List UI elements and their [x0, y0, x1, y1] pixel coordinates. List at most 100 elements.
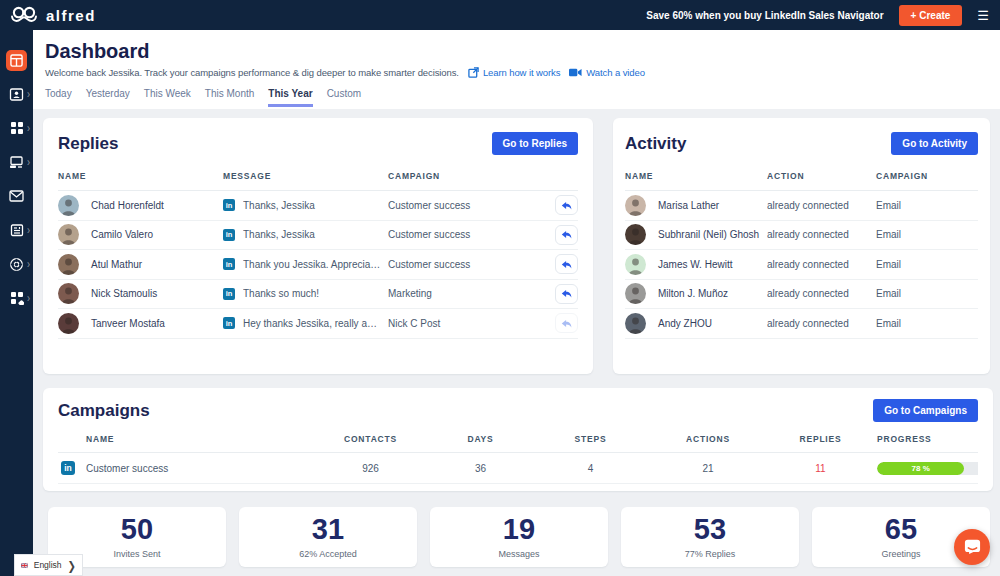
stat-label: 62% Accepted	[299, 549, 357, 559]
reply-button[interactable]	[555, 313, 578, 333]
grid-icon	[6, 118, 27, 139]
activity-row[interactable]: Subhranil (Neil) Ghosh already connected…	[625, 221, 978, 251]
stat-label: 77% Replies	[685, 549, 736, 559]
language-selector[interactable]: English ❯	[14, 554, 83, 576]
reply-row[interactable]: Tanveer Mostafa in Hey thanks Jessika, r…	[58, 309, 578, 339]
linkedin-icon: in	[223, 229, 235, 241]
avatar	[625, 313, 646, 334]
replies-table: Chad Horenfeldt in Thanks, Jessika Custo…	[58, 191, 578, 339]
campaign-name: Customer success	[388, 259, 544, 270]
dashboard-icon	[6, 50, 27, 71]
sidebar-item-support[interactable]: ❯	[0, 247, 33, 281]
reply-row[interactable]: Atul Mathur in Thank you Jessika. Apprec…	[58, 250, 578, 280]
tab[interactable]: Custom	[327, 88, 361, 107]
promo-text: Save 60% when you buy LinkedIn Sales Nav…	[646, 10, 883, 21]
contact-name: James W. Hewitt	[658, 259, 732, 270]
devices-icon	[6, 152, 27, 173]
reply-arrow-icon	[560, 318, 573, 329]
action-text: already connected	[767, 318, 876, 329]
stat-value: 19	[503, 515, 535, 544]
go-to-campaigns-button[interactable]: Go to Campaigns	[873, 399, 978, 422]
contact-card-icon	[6, 84, 27, 105]
contact-name: Tanveer Mostafa	[91, 318, 165, 329]
tab[interactable]: This Month	[205, 88, 254, 107]
chevron-right-icon: ❯	[26, 261, 30, 267]
campaigns-card: Campaigns Go to Campaigns NAME CONTACTS …	[43, 388, 993, 491]
stat-value: 50	[121, 515, 153, 544]
learn-how-link[interactable]: Learn how it works	[468, 67, 560, 78]
chevron-right-icon: ❯	[26, 159, 30, 165]
activity-row[interactable]: Milton J. Muñoz already connected Email	[625, 280, 978, 310]
page-title: Dashboard	[45, 40, 988, 63]
campaigns-table: in Customer success 926 36 4 21 11 78 %	[58, 453, 978, 484]
activity-row[interactable]: James W. Hewitt already connected Email	[625, 250, 978, 280]
progress-bar: 78 %	[877, 462, 978, 475]
campaign-name: Email	[876, 288, 978, 299]
avatar	[625, 254, 646, 275]
stat-card: 31 62% Accepted	[239, 507, 417, 567]
tab[interactable]: This Week	[144, 88, 191, 107]
alfred-logo-icon	[11, 5, 37, 25]
menu-icon[interactable]: ☰	[977, 9, 989, 22]
reply-row[interactable]: Chad Horenfeldt in Thanks, Jessika Custo…	[58, 191, 578, 221]
sidebar-item-integrations[interactable]: ❯	[0, 281, 33, 315]
linkedin-icon: in	[223, 258, 235, 270]
sidebar-item-campaigns[interactable]: ❯	[0, 111, 33, 145]
tab[interactable]: This Year	[268, 88, 312, 107]
chevron-right-icon: ❯	[26, 91, 30, 97]
activity-card: Activity Go to Activity NAME ACTION CAMP…	[613, 118, 990, 374]
sidebar-item-dashboard[interactable]	[0, 43, 33, 77]
contact-name: Chad Horenfeldt	[91, 200, 164, 211]
reply-button[interactable]	[555, 284, 578, 304]
sidebar-item-devices[interactable]: ❯	[0, 145, 33, 179]
activity-row[interactable]: Marisa Lather already connected Email	[625, 191, 978, 221]
reply-row[interactable]: Nick Stamoulis in Thanks so much! Market…	[58, 280, 578, 310]
welcome-text: Welcome back Jessika. Track your campaig…	[45, 67, 459, 78]
avatar	[58, 283, 79, 304]
avatar	[58, 195, 79, 216]
campaign-row[interactable]: in Customer success 926 36 4 21 11 78 %	[58, 453, 978, 484]
reply-arrow-icon	[560, 259, 573, 270]
topbar: alfred Save 60% when you buy LinkedIn Sa…	[0, 0, 1000, 30]
contact-name: Marisa Lather	[658, 200, 719, 211]
tab[interactable]: Today	[45, 88, 72, 107]
chevron-right-icon: ❯	[68, 558, 76, 571]
brand[interactable]: alfred	[11, 5, 96, 25]
contact-name: Camilo Valero	[91, 229, 153, 240]
sidebar-item-templates[interactable]: ❯	[0, 213, 33, 247]
stat-label: Invites Sent	[113, 549, 160, 559]
intercom-chat-button[interactable]	[954, 529, 990, 565]
campaign-name: Nick C Post	[388, 318, 544, 329]
stat-card: 19 Messages	[430, 507, 608, 567]
stat-value: 65	[885, 515, 917, 544]
create-button[interactable]: + Create	[899, 5, 963, 26]
avatar	[625, 283, 646, 304]
reply-button[interactable]	[555, 225, 578, 245]
language-label: English	[34, 560, 62, 570]
action-text: already connected	[767, 229, 876, 240]
tab[interactable]: Yesterday	[86, 88, 130, 107]
action-text: already connected	[767, 288, 876, 299]
reply-button[interactable]	[555, 195, 578, 215]
stat-label: Greetings	[881, 549, 920, 559]
avatar	[58, 224, 79, 245]
go-to-replies-button[interactable]: Go to Replies	[492, 132, 578, 155]
reply-row[interactable]: Camilo Valero in Thanks, Jessika Custome…	[58, 221, 578, 251]
activity-title: Activity	[625, 134, 686, 154]
sidebar-item-inbox[interactable]	[0, 179, 33, 213]
reply-button[interactable]	[555, 254, 578, 274]
action-text: already connected	[767, 200, 876, 211]
replies-value: 11	[778, 463, 863, 474]
chat-bubble-icon	[964, 539, 981, 555]
reply-arrow-icon	[560, 200, 573, 211]
sidebar-item-contacts[interactable]: ❯	[0, 77, 33, 111]
message-text: Thank you Jessika. Appreciate the w...	[243, 259, 388, 270]
campaign-name: Customer success	[86, 463, 174, 474]
campaign-name: Customer success	[388, 200, 544, 211]
watch-video-link[interactable]: Watch a video	[569, 67, 645, 78]
uk-flag-icon	[21, 560, 28, 571]
progress-cell: 78 %	[863, 462, 978, 475]
go-to-activity-button[interactable]: Go to Activity	[891, 132, 978, 155]
activity-row[interactable]: Andy ZHOU already connected Email	[625, 309, 978, 339]
stat-card: 53 77% Replies	[621, 507, 799, 567]
